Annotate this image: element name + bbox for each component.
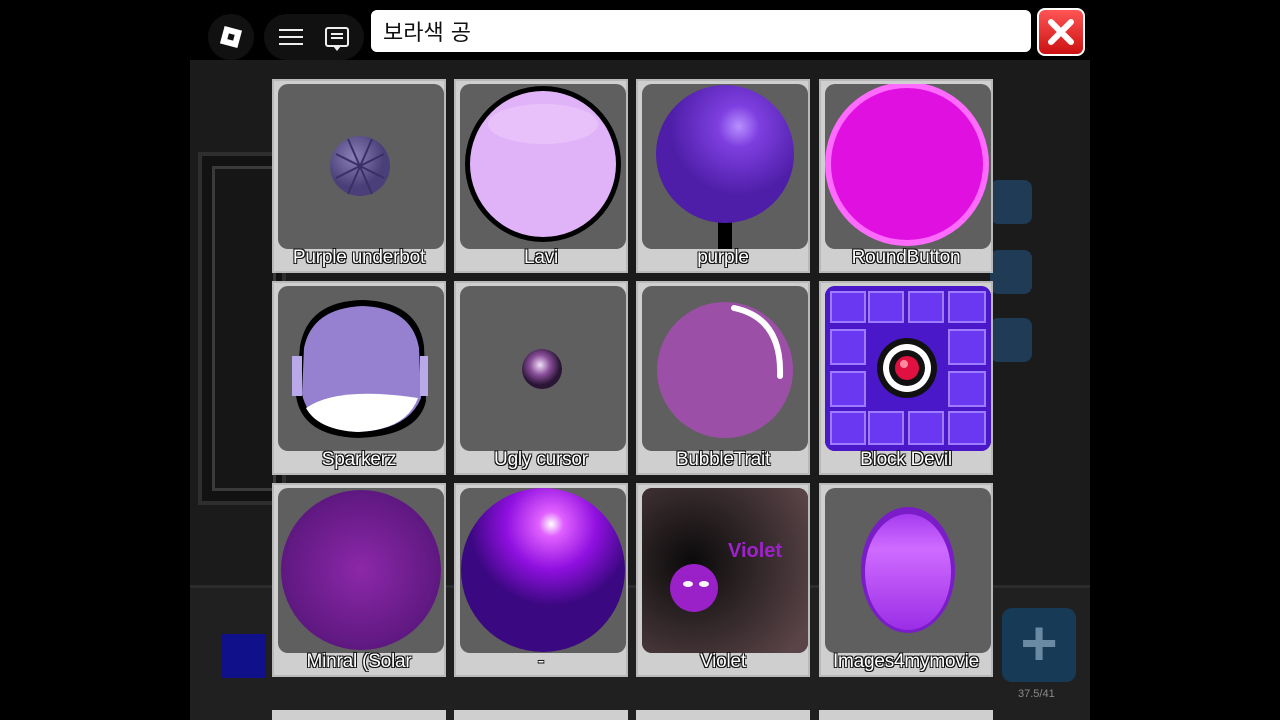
background-side-button (990, 180, 1032, 224)
item-tile-partial[interactable] (819, 710, 993, 720)
item-tile[interactable]: Violet Violet (636, 483, 810, 677)
item-tile[interactable]: Lavi (454, 79, 628, 273)
item-thumbnail (460, 488, 626, 653)
item-tile-partial[interactable] (454, 710, 628, 720)
close-icon (1048, 19, 1074, 45)
item-tile-partial[interactable] (636, 710, 810, 720)
item-thumbnail (460, 286, 626, 451)
thumbnail-text: Violet (728, 540, 783, 562)
item-label: Violet (700, 651, 746, 672)
item-tile[interactable]: Ugly cursor (454, 281, 628, 475)
close-button[interactable] (1037, 8, 1085, 56)
roblox-menu-button[interactable] (208, 14, 254, 60)
item-thumbnail (642, 84, 808, 249)
item-label: RoundButton (851, 247, 961, 268)
item-tile-partial[interactable] (272, 710, 446, 720)
item-label: BubbleTrait (675, 449, 771, 470)
item-tile[interactable]: BubbleTrait (636, 281, 810, 475)
item-thumbnail (460, 84, 626, 249)
item-label: Sparkerz (321, 449, 397, 470)
item-label: purple (697, 247, 749, 268)
item-thumbnail (642, 286, 808, 451)
topbar-controls (264, 14, 364, 60)
item-thumbnail (278, 488, 444, 653)
item-tile[interactable]: Purple underbot (272, 79, 446, 273)
hud-count: 37.5/41 (1018, 688, 1055, 700)
item-thumbnail (825, 286, 991, 451)
item-tile[interactable]: Block Devil (819, 281, 993, 475)
item-label: Images4mymovie (832, 651, 980, 672)
item-tile[interactable]: RoundButton (819, 79, 993, 273)
item-label: Lavi (523, 247, 559, 268)
item-label: - (537, 651, 545, 672)
item-tile[interactable]: purple (636, 79, 810, 273)
item-thumbnail (825, 488, 991, 653)
item-tile[interactable]: Sparkerz (272, 281, 446, 475)
item-tile[interactable]: Images4mymovie (819, 483, 993, 677)
item-thumbnail (825, 84, 991, 249)
background-side-button (990, 250, 1032, 294)
item-tile[interactable]: - (454, 483, 628, 677)
background-side-button (990, 318, 1032, 362)
item-label: Block Devil (860, 449, 952, 470)
add-button[interactable]: + (1002, 608, 1076, 682)
item-label: Ugly cursor (494, 449, 588, 470)
item-thumbnail (278, 286, 444, 451)
roblox-logo-icon (219, 25, 243, 49)
search-input[interactable] (371, 10, 1031, 52)
hamburger-menu-icon[interactable] (279, 29, 303, 45)
chat-icon[interactable] (325, 27, 349, 51)
item-tile[interactable]: Minral (Solar (272, 483, 446, 677)
item-thumbnail: Violet (642, 488, 808, 653)
item-label: Purple underbot (292, 247, 426, 268)
item-thumbnail (278, 84, 444, 249)
background-blue-block (222, 634, 266, 678)
item-label: Minral (Solar (306, 651, 412, 672)
